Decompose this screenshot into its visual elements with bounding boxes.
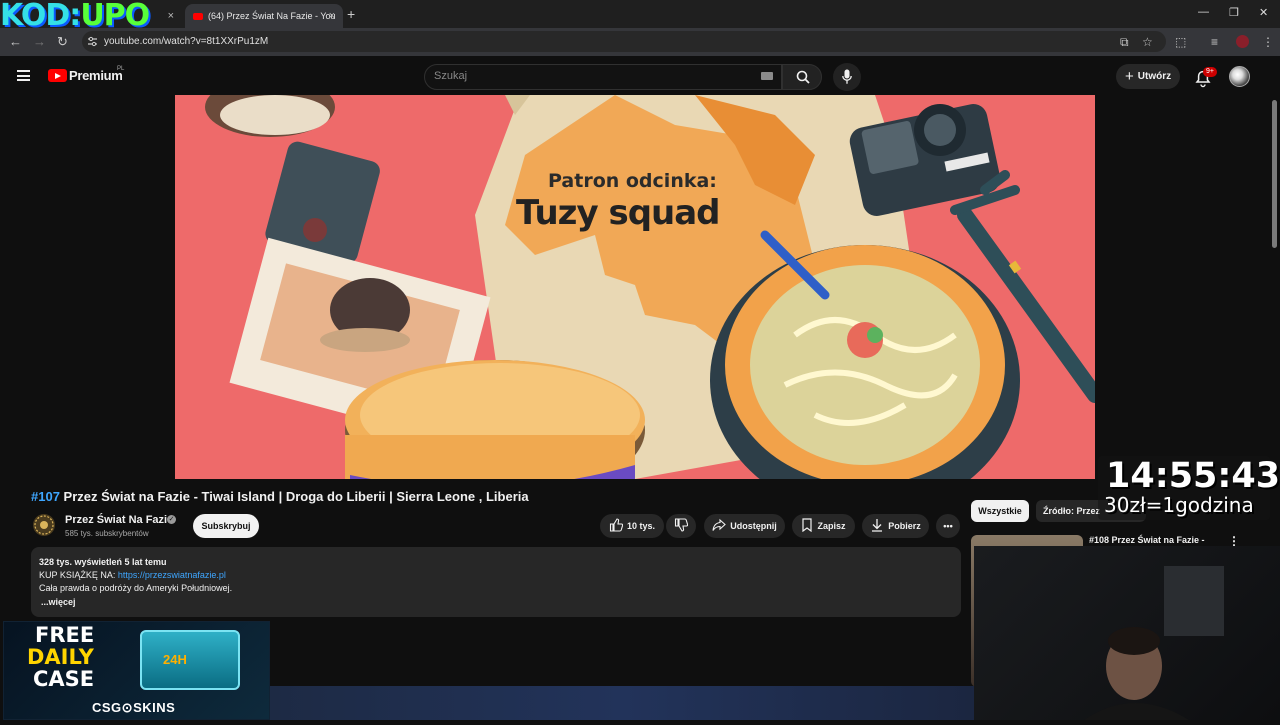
reload-icon[interactable]: ↻: [57, 33, 68, 50]
bookmark-icon: [802, 518, 813, 533]
video-title-text: Przez Świat na Fazie - Tiwai Island | Dr…: [63, 489, 529, 504]
youtube-logo-icon[interactable]: [48, 69, 67, 82]
extensions-icon[interactable]: ⬚: [1175, 34, 1186, 50]
download-icon: [872, 519, 883, 532]
webcam-overlay: [974, 546, 1280, 720]
region-label: PL: [117, 66, 125, 72]
episode-hashtag[interactable]: #107: [31, 489, 60, 504]
restore-button[interactable]: ❐: [1229, 6, 1239, 19]
bookmark-star-icon[interactable]: ☆: [1142, 34, 1153, 50]
download-label: Pobierz: [888, 521, 921, 531]
like-button[interactable]: 10 tys.: [600, 514, 664, 538]
ad-line-case: CASE: [33, 667, 95, 691]
thumbs-up-icon: [609, 518, 624, 532]
description-box[interactable]: [31, 547, 961, 617]
share-label: Udostępnij: [730, 521, 777, 531]
more-actions-button[interactable]: •••: [936, 514, 960, 538]
ad-chest-image: [140, 630, 240, 690]
save-button[interactable]: Zapisz: [792, 514, 855, 538]
share-button[interactable]: Udostępnij: [704, 514, 785, 538]
profile-icon[interactable]: [1236, 35, 1249, 48]
thumbs-down-icon: [674, 518, 689, 532]
ad-line-free: FREE: [35, 623, 95, 647]
stream-bottom-bar: [270, 686, 974, 720]
tab-close-icon[interactable]: ×: [329, 4, 335, 28]
cast-icon[interactable]: ⧉: [1120, 34, 1129, 50]
download-button[interactable]: Pobierz: [862, 514, 929, 538]
back-arrow-icon[interactable]: ←: [9, 33, 22, 50]
buy-book-link[interactable]: https://przezswiatnafazie.pl: [118, 570, 226, 580]
buy-book-prefix: KUP KSIĄŻKĘ NA:: [39, 570, 118, 580]
stream-donation-rate: 30zł=1godzina: [1104, 493, 1254, 517]
browser-tab-1[interactable]: ×: [162, 4, 182, 28]
page-scrollbar[interactable]: [1272, 100, 1277, 248]
new-tab-button[interactable]: +: [347, 4, 355, 24]
search-placeholder: Szukaj: [434, 70, 468, 82]
ad-line-daily: DAILY: [27, 645, 94, 669]
create-button[interactable]: + Utwórz: [1116, 64, 1180, 89]
url-text[interactable]: youtube.com/watch?v=8t1XXrPu1zM: [104, 35, 268, 48]
media-control-icon[interactable]: ≡: [1211, 34, 1218, 50]
search-icon: [796, 70, 810, 84]
plus-icon: +: [1125, 68, 1134, 85]
search-button[interactable]: [782, 64, 822, 90]
chip-all[interactable]: Wszystkie: [971, 500, 1029, 522]
notification-count-badge: 9+: [1203, 67, 1217, 77]
video-frame-illustration: [205, 95, 1095, 479]
channel-name[interactable]: Przez Świat Na Fazie: [65, 514, 173, 526]
tab-label: (64) Przez Świat Na Fazie - You: [208, 11, 336, 21]
subscriber-count: 585 tys. subskrybentów: [65, 529, 149, 538]
show-more-link[interactable]: ...więcej: [41, 597, 76, 607]
stream-clock: 14:55:43: [1106, 456, 1280, 496]
recommendation-title[interactable]: #108 Przez Świat na Fazie -: [1089, 535, 1205, 545]
channel-logo-icon: [34, 515, 54, 535]
tab-close-icon[interactable]: ×: [168, 4, 174, 28]
channel-avatar[interactable]: [33, 514, 55, 536]
site-settings-icon[interactable]: [87, 36, 98, 47]
buy-book-line: KUP KSIĄŻKĘ NA: https://przezswiatnafazi…: [39, 570, 226, 580]
browser-menu-icon[interactable]: ⋮: [1262, 34, 1274, 50]
ad-chest-label: 24H: [163, 652, 187, 667]
share-arrow-icon: [712, 518, 727, 531]
minimize-button[interactable]: —: [1198, 6, 1209, 18]
hamburger-menu-icon[interactable]: [17, 70, 30, 81]
create-label: Utwórz: [1137, 71, 1172, 82]
save-label: Zapisz: [817, 521, 846, 531]
verified-check-icon: ✓: [167, 515, 176, 524]
webcam-feed: [1084, 566, 1224, 720]
view-stats: 328 tys. wyświetleń 5 lat temu: [39, 557, 167, 567]
keyboard-icon[interactable]: [761, 72, 773, 80]
dislike-button[interactable]: [666, 514, 696, 538]
ad-brand-logo: CSG⊙SKINS: [92, 700, 176, 715]
close-window-button[interactable]: ✕: [1259, 6, 1268, 19]
like-count: 10 tys.: [626, 521, 656, 531]
youtube-premium-label[interactable]: Premium: [69, 68, 123, 83]
video-title: #107 Przez Świat na Fazie - Tiwai Island…: [31, 489, 529, 504]
patron-name: Tuzy squad: [516, 193, 721, 233]
microphone-icon: [842, 69, 852, 84]
youtube-favicon-icon: [193, 13, 203, 21]
patron-label: Patron odcinka:: [548, 170, 717, 192]
subscribe-button[interactable]: Subskrybuj: [193, 514, 259, 538]
voice-search-button[interactable]: [833, 63, 861, 91]
description-line: Cała prawda o podróży do Ameryki Południ…: [39, 583, 233, 593]
search-input[interactable]: [424, 64, 782, 90]
browser-tab-active[interactable]: (64) Przez Świat Na Fazie - You ×: [185, 4, 343, 28]
forward-arrow-icon[interactable]: →: [33, 33, 46, 50]
account-avatar[interactable]: [1229, 66, 1250, 87]
video-player[interactable]: [175, 95, 1095, 479]
